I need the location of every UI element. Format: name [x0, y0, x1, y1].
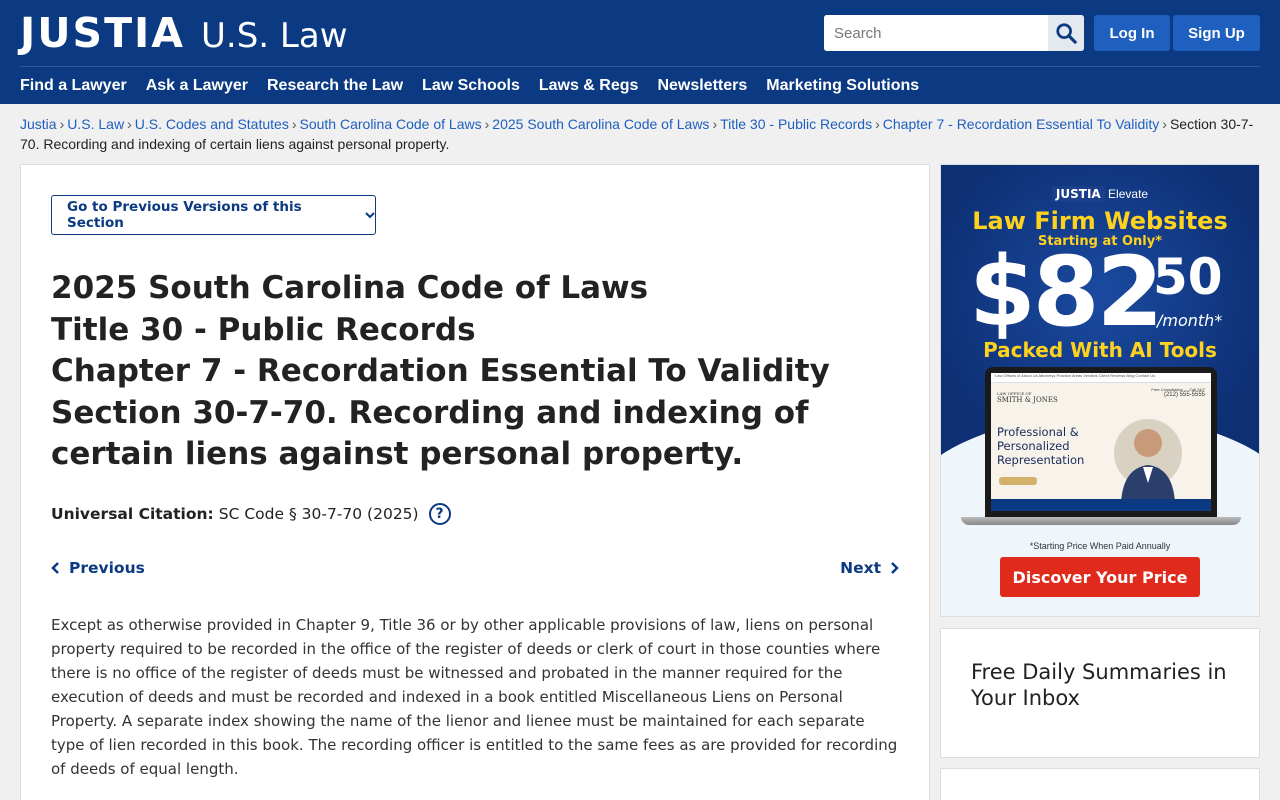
logo-sub-text: U.S. Law [201, 16, 348, 56]
previous-versions-label: Go to Previous Versions of this Section [67, 199, 302, 231]
nav-find-a-lawyer[interactable]: Find a Lawyer [20, 77, 127, 95]
citation-value: SC Code § 30-7-70 (2025) [218, 505, 419, 523]
previous-link[interactable]: Previous [51, 559, 145, 577]
nav-laws-regs[interactable]: Laws & Regs [539, 77, 639, 95]
laptop-site-nav: Law Offices of About Us Attorneys Practi… [991, 373, 1211, 383]
nav-ask-a-lawyer[interactable]: Ask a Lawyer [146, 77, 248, 95]
previous-versions-button[interactable]: Go to Previous Versions of this Section [51, 195, 376, 235]
previous-label: Previous [69, 559, 145, 577]
title-chapter: Chapter 7 - Recordation Essential To Val… [51, 353, 830, 389]
ad-price-dollars: $82 [969, 236, 1163, 348]
universal-citation: Universal Citation: SC Code § 30-7-70 (2… [51, 503, 451, 525]
ad-brand: JUSTIA Elevate [941, 186, 1259, 202]
citation-label: Universal Citation: [51, 505, 214, 523]
ad-packed-text: Packed With AI Tools [983, 338, 1217, 362]
ad-title: Law Firm Websites [972, 207, 1228, 235]
title-section: Section 30-7-70. Recording and indexing … [51, 394, 809, 473]
chevron-down-icon [365, 207, 375, 223]
breadcrumb-separator: › [127, 116, 132, 132]
nav-research-the-law[interactable]: Research the Law [267, 77, 403, 95]
ad-brand-sub: Elevate [1108, 187, 1149, 201]
laptop-firm-name: LAW OFFICE OF SMITH & JONES [997, 391, 1058, 404]
nav-marketing-solutions[interactable]: Marketing Solutions [766, 77, 919, 95]
laptop-phone-number: (212) 555-5555 [1163, 392, 1205, 398]
breadcrumb-link[interactable]: Title 30 - Public Records [720, 116, 872, 132]
breadcrumb-link[interactable]: U.S. Codes and Statutes [135, 116, 289, 132]
breadcrumb-separator: › [875, 116, 880, 132]
justia-logo[interactable]: JUSTIA U.S. Law [20, 10, 348, 59]
title-code: 2025 South Carolina Code of Laws [51, 270, 649, 306]
attorney-photo [1114, 419, 1182, 503]
chevron-right-icon [891, 562, 899, 574]
breadcrumb-link[interactable]: 2025 South Carolina Code of Laws [492, 116, 709, 132]
laptop-headline: Professional & Personalized Representati… [997, 425, 1085, 467]
login-button[interactable]: Log In [1094, 15, 1170, 51]
logo-main-text: JUSTIA [20, 9, 186, 57]
breadcrumb-link[interactable]: South Carolina Code of Laws [300, 116, 482, 132]
site-header: JUSTIA U.S. Law Log In Sign Up Find a La… [0, 0, 1280, 104]
main-nav: Find a Lawyer Ask a Lawyer Research the … [20, 66, 1260, 104]
signup-button[interactable]: Sign Up [1173, 15, 1260, 51]
search-box [824, 15, 1084, 51]
discover-price-button[interactable]: Discover Your Price [1000, 557, 1200, 597]
breadcrumb-separator: › [712, 116, 718, 132]
section-body: Except as otherwise provided in Chapter … [51, 616, 898, 778]
laptop-cta-button [999, 477, 1037, 485]
ad-note: *Starting Price When Paid Annually [1029, 541, 1171, 551]
laptop-footer [991, 499, 1211, 511]
help-icon[interactable]: ? [428, 503, 451, 525]
page-title: 2025 South Carolina Code of Laws Title 3… [51, 268, 891, 476]
breadcrumb: Justia › U.S. Law › U.S. Codes and Statutes ›… [20, 114, 1260, 154]
newsletter-card: Free Daily Summaries in Your Inbox [940, 628, 1260, 758]
laptop-firm-main: SMITH & JONES [997, 396, 1058, 404]
breadcrumb-separator: › [59, 116, 65, 132]
laptop-mockup: Law Offices of About Us Attorneys Practi… [985, 367, 1217, 517]
breadcrumb-link[interactable]: Justia [20, 116, 57, 132]
ad-per-month: /month* [1157, 311, 1223, 330]
newsletter-title: Free Daily Summaries in Your Inbox [971, 660, 1227, 710]
laptop-screen: Law Offices of About Us Attorneys Practi… [991, 373, 1211, 511]
justia-elevate-ad[interactable]: JUSTIA Elevate Law Firm Websites Startin… [940, 164, 1260, 617]
nav-newsletters[interactable]: Newsletters [657, 77, 747, 95]
nav-law-schools[interactable]: Law Schools [422, 77, 520, 95]
title-title: Title 30 - Public Records [51, 311, 476, 348]
breadcrumb-link[interactable]: U.S. Law [67, 116, 124, 132]
search-input[interactable] [824, 15, 1048, 51]
breadcrumb-separator: › [484, 116, 490, 132]
breadcrumb-link[interactable]: Chapter 7 - Recordation Essential To Val… [883, 116, 1160, 132]
main-content: Go to Previous Versions of this Section … [20, 164, 930, 800]
laptop-phone: Free Consultation — Call 24/7 (212) 555-… [1151, 387, 1205, 398]
search-button[interactable] [1048, 15, 1084, 51]
breadcrumb-separator: › [291, 116, 297, 132]
ad-brand-logo: JUSTIA [1051, 186, 1105, 202]
next-link[interactable]: Next [840, 559, 899, 577]
breadcrumb-separator: › [1162, 116, 1167, 132]
laptop-base [961, 517, 1241, 525]
ad-price-cents: 50 [1153, 248, 1223, 306]
chevron-left-icon [51, 562, 59, 574]
sidebar-card [940, 768, 1260, 800]
next-label: Next [840, 559, 881, 577]
search-icon [1056, 23, 1077, 44]
